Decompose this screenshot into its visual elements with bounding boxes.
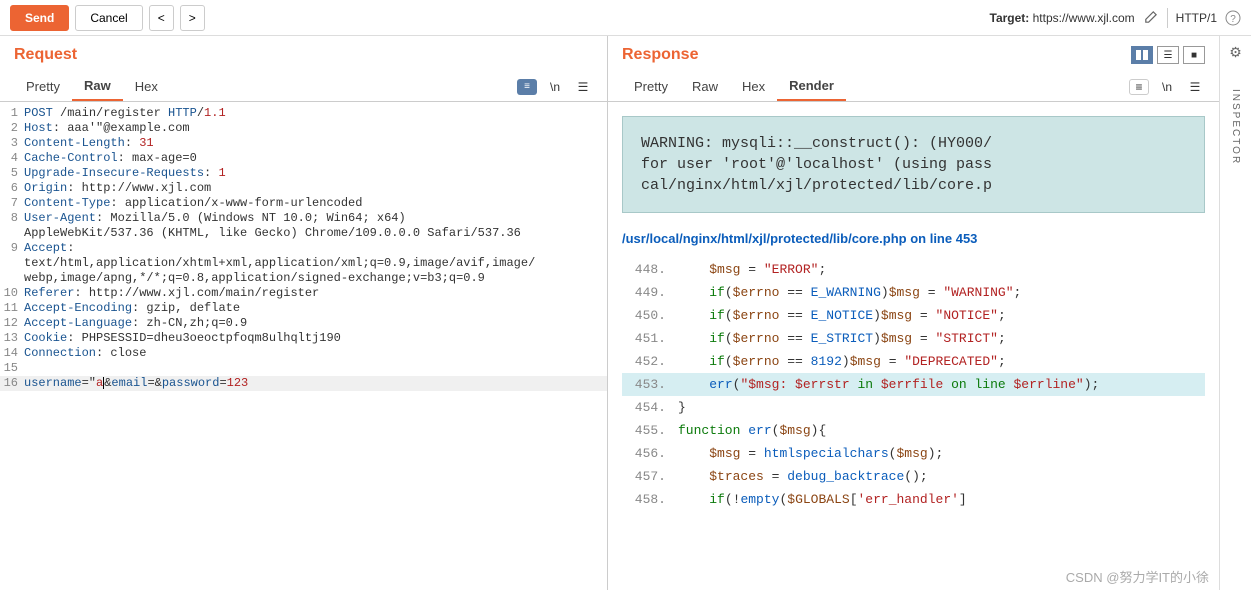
newline-icon[interactable]: \n — [1157, 79, 1177, 95]
response-panel: Response ☰ ■ PrettyRawHexRender ≡ \n ☰ W… — [608, 36, 1219, 590]
menu-icon[interactable]: ☰ — [1185, 79, 1205, 95]
cancel-button[interactable]: Cancel — [75, 5, 142, 31]
tab-hex[interactable]: Hex — [123, 73, 170, 100]
code-line: 458. if(!empty($GLOBALS['err_handler'] — [622, 488, 1205, 511]
code-line: 457. $traces = debug_backtrace(); — [622, 465, 1205, 488]
editor-line[interactable]: webp,image/apng,*/*;q=0.8,application/si… — [0, 271, 607, 286]
error-path[interactable]: /usr/local/nginx/html/xjl/protected/lib/… — [622, 231, 1205, 246]
target-label: Target: https://www.xjl.com — [990, 11, 1135, 25]
tab-raw[interactable]: Raw — [72, 72, 123, 101]
tab-pretty[interactable]: Pretty — [14, 73, 72, 100]
editor-line[interactable]: 4Cache-Control: max-age=0 — [0, 151, 607, 166]
prev-button[interactable]: < — [149, 5, 174, 31]
editor-line[interactable]: 9Accept: — [0, 241, 607, 256]
format-icon[interactable]: ≡ — [517, 79, 537, 95]
editor-line[interactable]: 10Referer: http://www.xjl.com/main/regis… — [0, 286, 607, 301]
top-toolbar: Send Cancel < > Target: https://www.xjl.… — [0, 0, 1251, 36]
tab-hex[interactable]: Hex — [730, 73, 777, 100]
help-icon[interactable]: ? — [1225, 10, 1241, 26]
code-line: 449. if($errno == E_WARNING)$msg = "WARN… — [622, 281, 1205, 304]
menu-icon[interactable]: ☰ — [573, 79, 593, 95]
request-panel: Request PrettyRawHex ≡ \n ☰ 1POST /main/… — [0, 36, 608, 590]
editor-line[interactable]: 5Upgrade-Insecure-Requests: 1 — [0, 166, 607, 181]
code-line: 451. if($errno == E_STRICT)$msg = "STRIC… — [622, 327, 1205, 350]
editor-line[interactable]: 11Accept-Encoding: gzip, deflate — [0, 301, 607, 316]
warning-box: WARNING: mysqli::__construct(): (HY000/ … — [622, 116, 1205, 213]
watermark: CSDN @努力学IT的小徐 — [1066, 567, 1209, 586]
code-line: 448. $msg = "ERROR"; — [622, 258, 1205, 281]
editor-line[interactable]: 8User-Agent: Mozilla/5.0 (Windows NT 10.… — [0, 211, 607, 226]
editor-line[interactable]: text/html,application/xhtml+xml,applicat… — [0, 256, 607, 271]
request-tabs: PrettyRawHex ≡ \n ☰ — [0, 64, 607, 102]
code-line: 455.function err($msg){ — [622, 419, 1205, 442]
editor-line[interactable]: 13Cookie: PHPSESSID=dheu3oeoctpfoqm8ulhq… — [0, 331, 607, 346]
gear-icon[interactable]: ⚙ — [1229, 44, 1242, 61]
response-tabs: PrettyRawHexRender ≡ \n ☰ — [608, 64, 1219, 102]
svg-text:?: ? — [1230, 14, 1236, 25]
next-button[interactable]: > — [180, 5, 205, 31]
tab-render[interactable]: Render — [777, 72, 846, 101]
send-button[interactable]: Send — [10, 5, 69, 31]
editor-line[interactable]: 6Origin: http://www.xjl.com — [0, 181, 607, 196]
inspector-label[interactable]: INSPECTOR — [1230, 89, 1241, 165]
newline-icon[interactable]: \n — [545, 79, 565, 95]
layout-single-icon[interactable]: ■ — [1183, 46, 1205, 64]
divider — [1167, 8, 1168, 28]
http-version-label: HTTP/1 — [1176, 11, 1217, 25]
code-line: 452. if($errno == 8192)$msg = "DEPRECATE… — [622, 350, 1205, 373]
editor-line[interactable]: 14Connection: close — [0, 346, 607, 361]
editor-line[interactable]: 15 — [0, 361, 607, 376]
response-render[interactable]: WARNING: mysqli::__construct(): (HY000/ … — [608, 102, 1219, 590]
side-panel: ⚙ INSPECTOR — [1219, 36, 1251, 590]
code-line: 454.} — [622, 396, 1205, 419]
response-title: Response — [622, 46, 698, 64]
editor-line[interactable]: 7Content-Type: application/x-www-form-ur… — [0, 196, 607, 211]
editor-line[interactable]: 1POST /main/register HTTP/1.1 — [0, 106, 607, 121]
tab-raw[interactable]: Raw — [680, 73, 730, 100]
editor-line[interactable]: 16username="a&email=&password=123 — [0, 376, 607, 391]
editor-line[interactable]: 3Content-Length: 31 — [0, 136, 607, 151]
code-line: 453. err("$msg: $errstr in $errfile on l… — [622, 373, 1205, 396]
layout-columns-icon[interactable] — [1131, 46, 1153, 64]
code-line: 450. if($errno == E_NOTICE)$msg = "NOTIC… — [622, 304, 1205, 327]
code-line: 456. $msg = htmlspecialchars($msg); — [622, 442, 1205, 465]
editor-line[interactable]: AppleWebKit/537.36 (KHTML, like Gecko) C… — [0, 226, 607, 241]
request-editor[interactable]: 1POST /main/register HTTP/1.12Host: aaa'… — [0, 102, 607, 590]
request-title: Request — [14, 46, 77, 64]
edit-target-icon[interactable] — [1143, 10, 1159, 26]
layout-rows-icon[interactable]: ☰ — [1157, 46, 1179, 64]
tab-pretty[interactable]: Pretty — [622, 73, 680, 100]
code-block: 448. $msg = "ERROR";449. if($errno == E_… — [622, 258, 1205, 511]
editor-line[interactable]: 12Accept-Language: zh-CN,zh;q=0.9 — [0, 316, 607, 331]
format-icon[interactable]: ≡ — [1129, 79, 1149, 95]
editor-line[interactable]: 2Host: aaa'"@example.com — [0, 121, 607, 136]
